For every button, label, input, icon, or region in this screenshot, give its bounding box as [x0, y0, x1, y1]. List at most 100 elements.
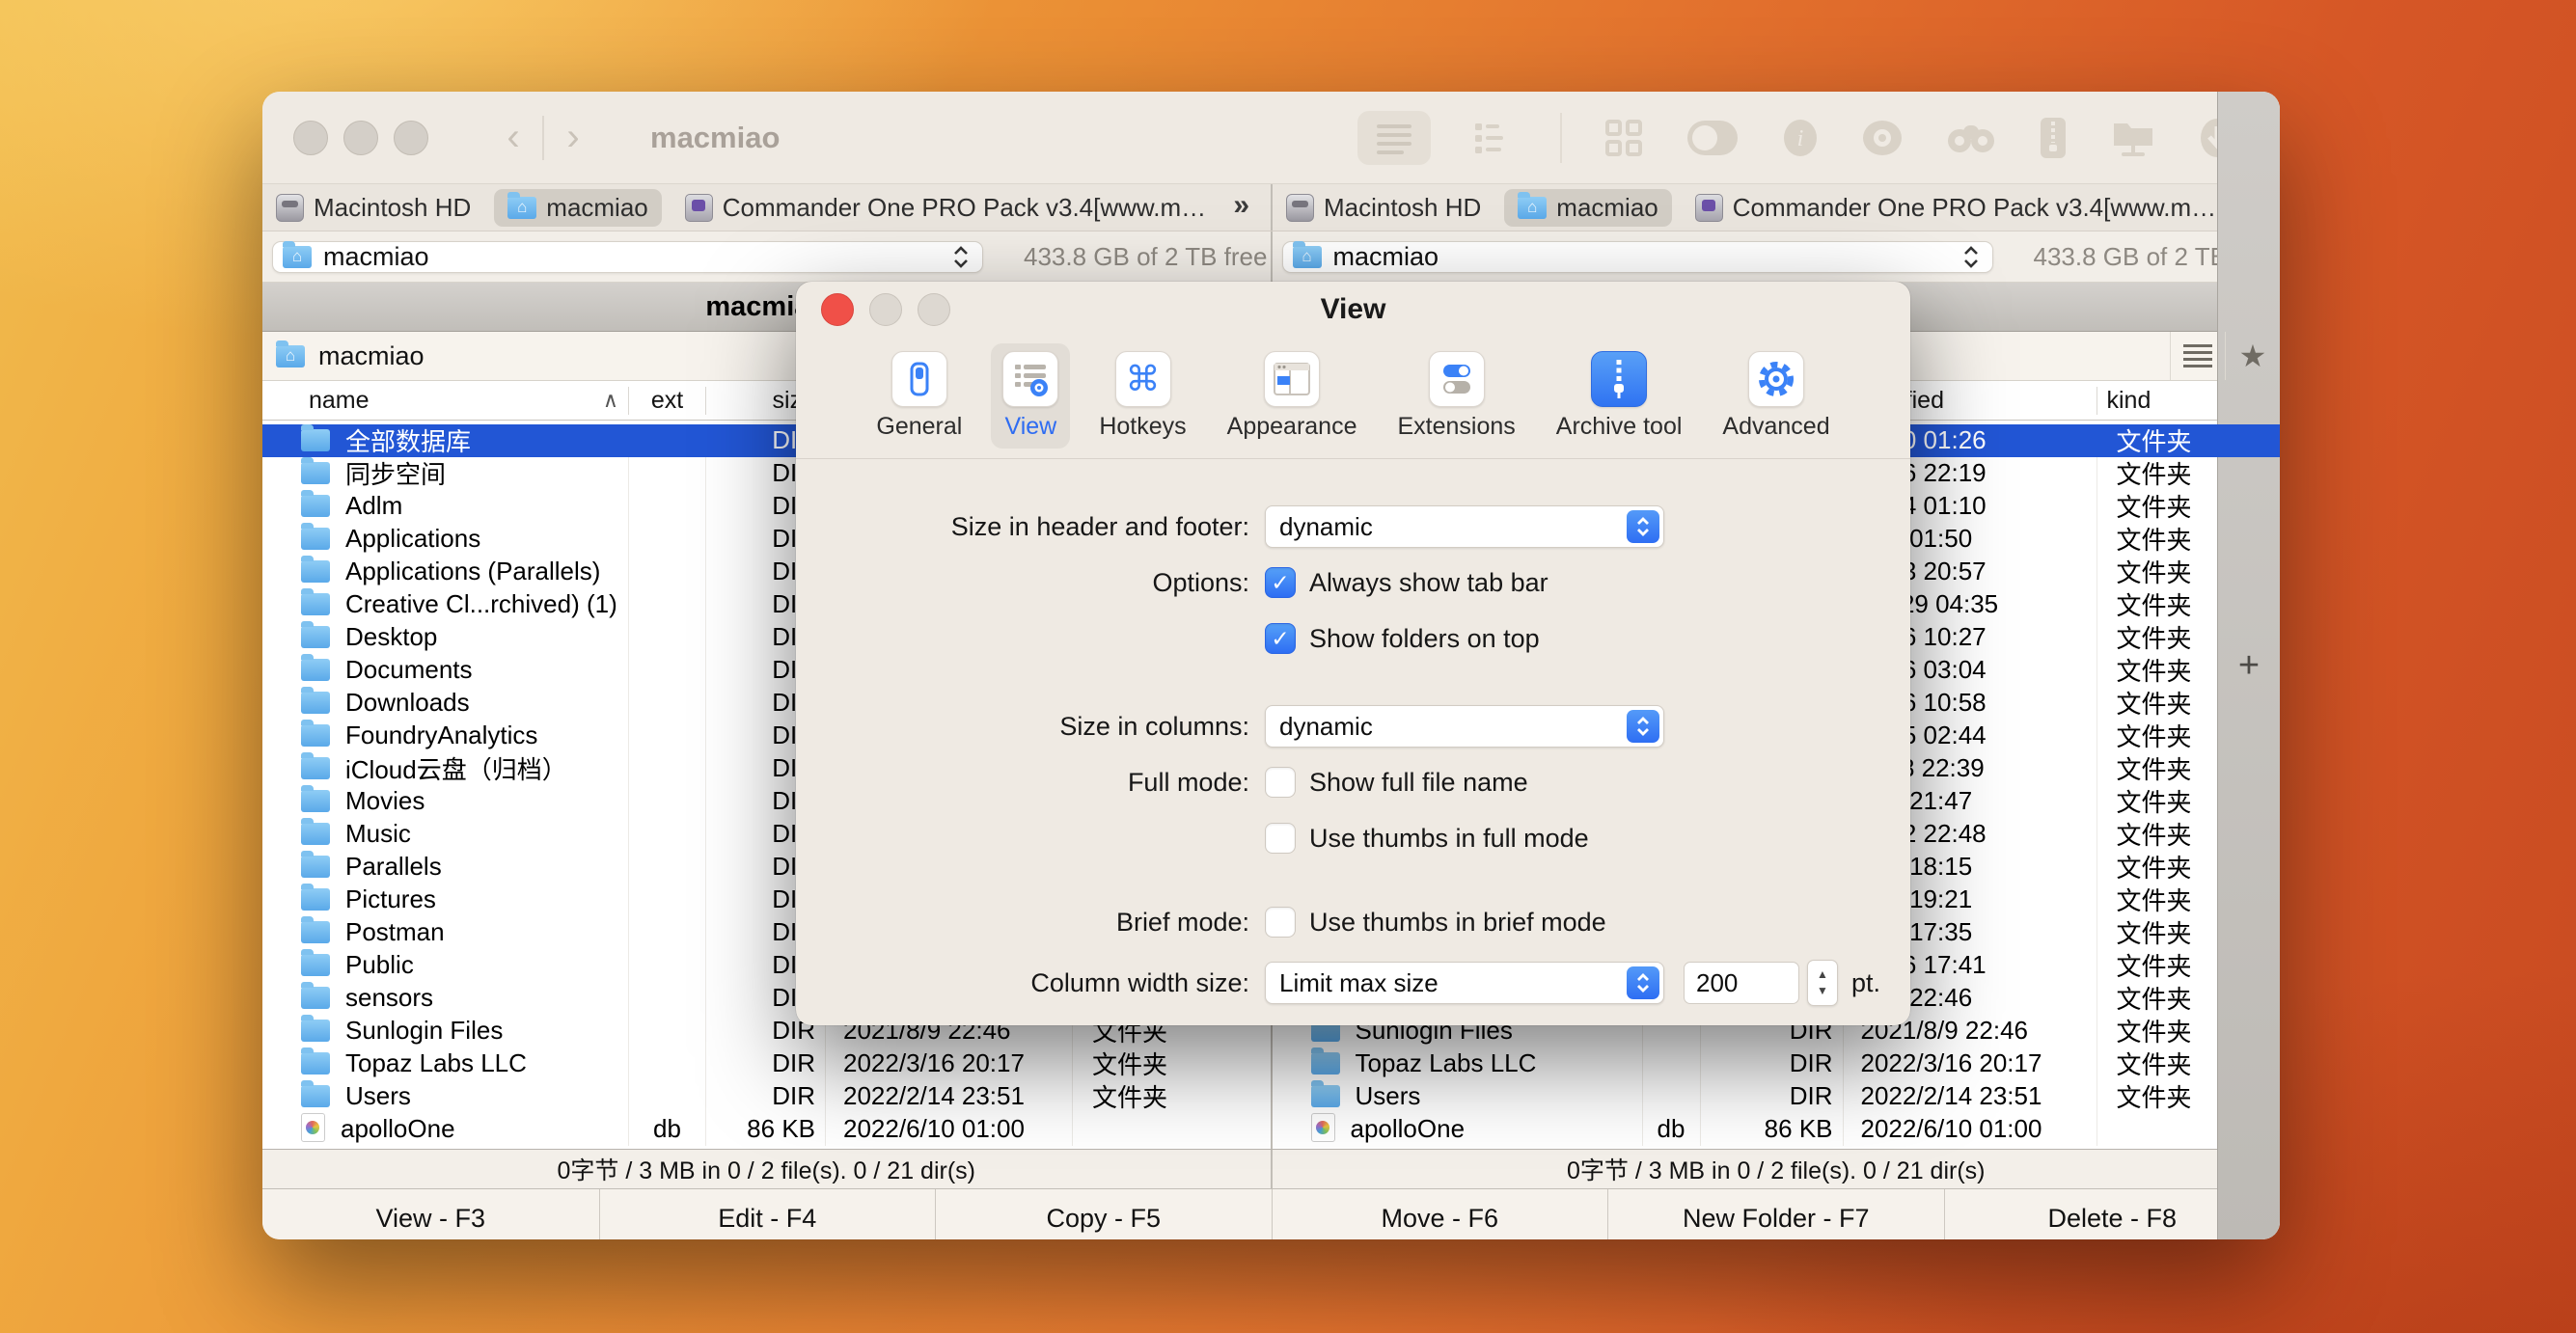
file-icon [301, 757, 330, 779]
check-icon: ✓ [1271, 572, 1289, 594]
drive-select[interactable]: macmiao [272, 241, 983, 273]
dialog-titlebar: View [796, 282, 1910, 338]
tab-advanced[interactable]: Advanced [1711, 343, 1841, 449]
check-icon: ✓ [1271, 628, 1289, 650]
copy-f5-button[interactable]: Copy - F5 [935, 1189, 1272, 1239]
size-in-columns-select[interactable]: dynamic [1265, 705, 1664, 748]
appearance-icon [1264, 351, 1320, 407]
main-toolbar: i [1357, 92, 2280, 183]
new-folder-f7-button[interactable]: New Folder - F7 [1607, 1189, 1944, 1239]
info-icon[interactable]: i [1782, 119, 1819, 157]
forward-icon[interactable]: › [550, 116, 596, 159]
disk-image-icon [1695, 194, 1723, 222]
file-icon [301, 560, 330, 583]
tab-commander-one-pack[interactable]: Commander One PRO Pack v3.4[www.macat… [1682, 189, 2238, 227]
desktop-wallpaper: ‹ › macmiao i [0, 0, 2576, 1333]
column-header-ext[interactable]: ext [628, 387, 705, 415]
tab-macintosh-hd[interactable]: Macintosh HD [1273, 189, 1494, 227]
show-folders-on-top-checkbox[interactable]: ✓ [1265, 623, 1296, 654]
file-icon [301, 921, 330, 943]
drive-bar: macmiao 433.8 GB of 2 TB free macmiao [262, 231, 2280, 283]
drive-select[interactable]: macmiao [1282, 241, 1993, 273]
column-header-kind[interactable]: kind [2096, 387, 2281, 415]
table-row[interactable]: apolloOne db 86 KB 2022/6/10 01:00 [262, 1113, 1271, 1146]
size-in-header-select[interactable]: dynamic [1265, 505, 1664, 548]
free-space-label: 433.8 GB of 2 TB free [1024, 242, 1267, 272]
brief-view-icon[interactable] [1473, 120, 1518, 156]
tab-commander-one-pack[interactable]: Commander One PRO Pack v3.4[www.macat… [671, 189, 1228, 227]
column-width-select[interactable]: Limit max size [1265, 962, 1664, 1004]
window-title: macmiao [650, 121, 780, 155]
file-icon [301, 987, 330, 1009]
home-folder-icon [283, 246, 312, 268]
table-row[interactable]: Users DIR 2022/2/14 23:51 文件夹 [1273, 1080, 2281, 1113]
chevron-up-down-icon [1627, 966, 1659, 999]
tab-general[interactable]: General [864, 343, 973, 449]
list-view-button[interactable] [2170, 332, 2225, 380]
use-thumbs-full-mode-checkbox[interactable]: ✓ [1265, 823, 1296, 854]
general-icon [891, 351, 947, 407]
preview-icon[interactable] [1861, 119, 1904, 157]
tab-macintosh-hd[interactable]: Macintosh HD [262, 189, 484, 227]
tab-hotkeys[interactable]: ⌘ Hotkeys [1087, 343, 1197, 449]
file-icon [301, 495, 330, 517]
tab-overflow-icon[interactable]: » [1227, 189, 1271, 226]
stepper-down-icon: ▼ [1817, 983, 1828, 999]
network-icon[interactable] [2110, 118, 2156, 158]
tab-extensions[interactable]: Extensions [1385, 343, 1526, 449]
always-show-tab-bar-checkbox[interactable]: ✓ [1265, 567, 1296, 598]
archive-icon[interactable] [2039, 116, 2068, 160]
table-row[interactable]: Topaz Labs LLC DIR 2022/3/16 20:17 文件夹 [1273, 1047, 2281, 1080]
column-width-stepper[interactable]: ▲▼ [1807, 960, 1838, 1006]
edit-f4-button[interactable]: Edit - F4 [599, 1189, 936, 1239]
tab-view[interactable]: View [991, 343, 1070, 449]
use-thumbs-brief-mode-checkbox[interactable]: ✓ [1265, 907, 1296, 938]
tab-appearance[interactable]: Appearance [1216, 343, 1369, 449]
options-label: Options: [796, 568, 1265, 598]
sort-ascending-icon: ∧ [603, 388, 618, 413]
tab-strip: Macintosh HD macmiao Commander One PRO P… [262, 183, 2280, 231]
tab-macmiao[interactable]: macmiao [494, 189, 661, 227]
size-in-header-label: Size in header and footer: [796, 512, 1265, 542]
table-row[interactable]: Topaz Labs LLC DIR 2022/3/16 20:17 文件夹 [262, 1047, 1271, 1080]
view-f3-button[interactable]: View - F3 [262, 1189, 599, 1239]
nav-divider [542, 116, 544, 160]
tab-archive-tool[interactable]: Archive tool [1545, 343, 1694, 449]
back-icon[interactable]: ‹ [490, 116, 536, 159]
dialog-body: Size in header and footer: dynamic Optio… [796, 459, 1910, 1006]
close-button[interactable] [293, 121, 328, 155]
size-in-columns-label: Size in columns: [796, 712, 1265, 742]
file-icon [301, 659, 330, 681]
table-row[interactable]: Users DIR 2022/2/14 23:51 文件夹 [262, 1080, 1271, 1113]
thumbs-view-icon[interactable] [1604, 119, 1643, 157]
extensions-icon [1429, 351, 1485, 407]
file-icon [301, 429, 330, 451]
chevron-up-down-icon [1627, 710, 1659, 743]
search-icon[interactable] [1946, 120, 1996, 156]
favorites-button[interactable]: ★ [2225, 332, 2280, 380]
chevron-up-down-icon [1627, 510, 1659, 543]
status-text: 0字节 / 3 MB in 0 / 2 file(s). 0 / 21 dir(… [558, 1152, 975, 1186]
move-f6-button[interactable]: Move - F6 [1272, 1189, 1608, 1239]
hard-disk-icon [1286, 194, 1314, 222]
file-icon [301, 692, 330, 714]
minimize-button[interactable] [343, 121, 378, 155]
table-row[interactable]: apolloOne db 86 KB 2022/6/10 01:00 [1273, 1113, 2281, 1146]
tab-macmiao[interactable]: macmiao [1504, 189, 1671, 227]
hotkeys-icon: ⌘ [1115, 351, 1171, 407]
stepper-up-icon: ▲ [1817, 966, 1828, 983]
full-view-icon[interactable] [1357, 111, 1431, 165]
view-preferences-dialog: View General View ⌘ Hotkeys [796, 282, 1910, 1025]
show-full-file-name-checkbox[interactable]: ✓ [1265, 767, 1296, 798]
chevron-up-down-icon [953, 246, 969, 268]
svg-text:i: i [1797, 126, 1804, 151]
zoom-button[interactable] [394, 121, 428, 155]
toggle-panel-icon[interactable] [1685, 119, 1740, 157]
file-icon [301, 790, 330, 812]
hard-disk-icon [276, 194, 304, 222]
file-icon [301, 1085, 330, 1107]
file-icon [301, 1020, 330, 1042]
column-header-name[interactable]: name∧ [262, 387, 628, 415]
column-width-input[interactable]: 200 [1684, 962, 1799, 1004]
file-icon [301, 1052, 330, 1075]
